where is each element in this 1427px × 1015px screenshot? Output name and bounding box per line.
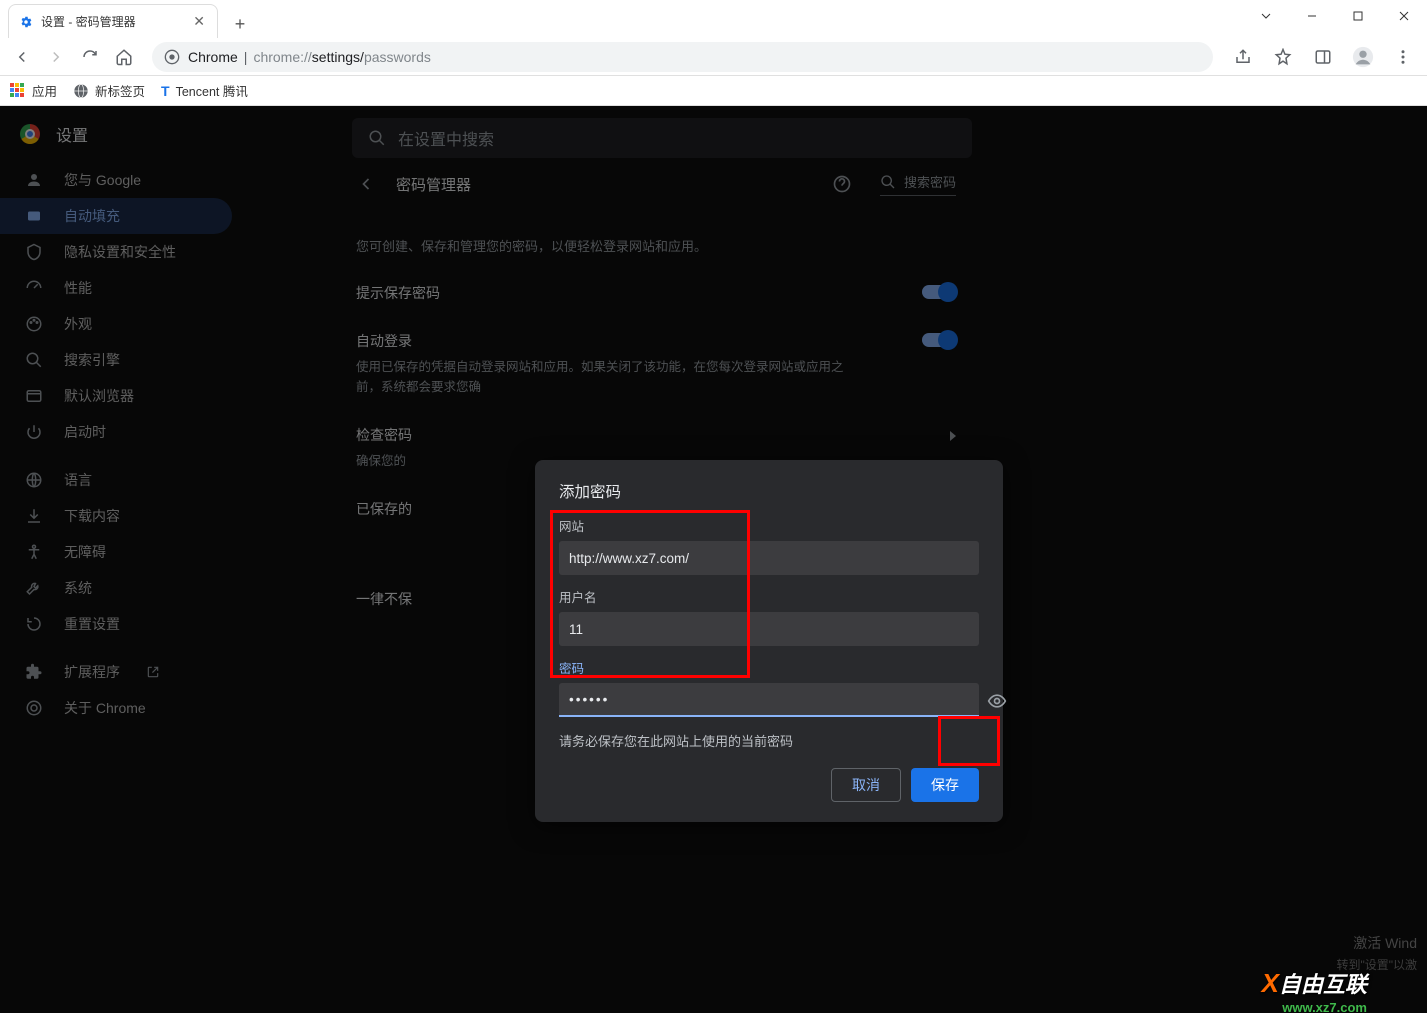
toggle-auto-login[interactable] [922,333,956,347]
username-label: 用户名 [559,587,979,606]
sidebar-item-appearance[interactable]: 外观 [0,306,232,342]
sidebar-item-privacy[interactable]: 隐私设置和安全性 [0,234,232,270]
browser-tab[interactable]: 设置 - 密码管理器 ✕ [8,4,218,38]
page-description: 您可创建、保存和管理您的密码，以便轻松登录网站和应用。 [356,236,956,255]
tencent-icon: T [161,83,170,99]
reset-icon [24,615,44,633]
forward-button [42,43,70,71]
palette-icon [24,315,44,333]
address-bar[interactable]: Chrome|chrome://settings/passwords [152,42,1213,72]
sidebar-item-autofill[interactable]: 自动填充 [0,198,232,234]
brand-watermark: X自由互联 [1262,967,1367,999]
minimize-button[interactable] [1289,0,1335,32]
external-link-icon [146,665,160,679]
search-icon [368,129,386,147]
sidebar-item-downloads[interactable]: 下载内容 [0,498,232,534]
sidebar-item-reset[interactable]: 重置设置 [0,606,232,642]
watermark-activate: 激活 Wind [1353,933,1417,953]
close-tab-icon[interactable]: ✕ [191,11,207,32]
sidebar-item-startup[interactable]: 启动时 [0,414,232,450]
search-placeholder: 在设置中搜索 [398,126,494,150]
back-button[interactable] [8,43,36,71]
chevron-right-icon [950,431,956,441]
person-icon [24,171,44,189]
sidebar-item-accessibility[interactable]: 无障碍 [0,534,232,570]
sidebar-item-system[interactable]: 系统 [0,570,232,606]
tencent-bookmark[interactable]: T Tencent 腾讯 [161,81,248,100]
chevron-down-icon[interactable] [1243,0,1289,32]
globe-icon [24,471,44,489]
apps-bookmark[interactable]: 应用 [10,81,57,100]
site-input[interactable] [559,541,979,575]
tab-title: 设置 - 密码管理器 [41,13,191,30]
sidebar-item-you-and-google[interactable]: 您与 Google [0,162,232,198]
reload-button[interactable] [76,43,104,71]
sidebar-header: 设置 [0,106,256,162]
password-search[interactable]: 搜索密码 [880,172,956,196]
bookmarks-bar: 应用 新标签页 T Tencent 腾讯 [0,76,1427,106]
back-arrow-icon[interactable] [356,174,376,194]
newtab-bookmark[interactable]: 新标签页 [73,81,145,100]
side-panel-icon[interactable] [1307,43,1339,71]
sidebar-title: 设置 [56,122,88,146]
sidebar-item-default-browser[interactable]: 默认浏览器 [0,378,232,414]
search-icon [24,351,44,369]
titlebar: 设置 - 密码管理器 ✕ + [0,0,1427,38]
auto-login-row: 自动登录 使用已保存的凭据自动登录网站和应用。如果关闭了该功能，在您每次登录网站… [356,331,956,397]
chrome-outline-icon [24,699,44,717]
page-title: 密码管理器 [396,174,812,195]
settings-search[interactable]: 在设置中搜索 [352,118,972,158]
eye-icon[interactable] [987,691,1007,711]
browser-toolbar: Chrome|chrome://settings/passwords [0,38,1427,76]
autofill-icon [24,207,44,225]
shield-icon [24,243,44,261]
password-label: 密码 [559,658,979,677]
password-input[interactable] [559,683,979,717]
omnibox-text: Chrome|chrome://settings/passwords [188,49,431,65]
menu-dots-icon[interactable] [1387,43,1419,71]
cancel-button[interactable]: 取消 [831,768,901,802]
share-icon[interactable] [1227,43,1259,71]
close-window-button[interactable] [1381,0,1427,32]
settings-sidebar: 设置 您与 Google 自动填充 隐私设置和安全性 性能 外观 搜索引擎 默认… [0,106,256,1013]
home-button[interactable] [110,43,138,71]
new-tab-button[interactable]: + [226,10,254,38]
window-controls [1243,0,1427,32]
sidebar-item-performance[interactable]: 性能 [0,270,232,306]
chrome-logo-icon [20,124,40,144]
bookmark-star-icon[interactable] [1267,43,1299,71]
accessibility-icon [24,543,44,561]
site-label: 网站 [559,516,979,535]
maximize-button[interactable] [1335,0,1381,32]
toggle-offer-save[interactable] [922,285,956,299]
username-input[interactable] [559,612,979,646]
dialog-hint: 请务必保存您在此网站上使用的当前密码 [535,717,1003,750]
sidebar-item-language[interactable]: 语言 [0,462,232,498]
extension-icon [24,663,44,681]
sidebar-item-search[interactable]: 搜索引擎 [0,342,232,378]
globe-icon [73,83,89,99]
wrench-icon [24,579,44,597]
dialog-title: 添加密码 [535,480,1003,512]
search-icon [880,174,896,190]
sidebar-item-about[interactable]: 关于 Chrome [0,690,232,726]
offer-save-row: 提示保存密码 [356,283,956,303]
sidebar-item-extensions[interactable]: 扩展程序 [0,654,232,690]
apps-grid-icon [10,83,26,99]
add-password-dialog: 添加密码 网站 用户名 密码 请务必保存您在此网站上使用的当前密码 取消 保存 [535,460,1003,822]
power-icon [24,423,44,441]
gear-icon [19,15,33,29]
profile-avatar[interactable] [1347,43,1379,71]
speedometer-icon [24,279,44,297]
save-button[interactable]: 保存 [911,768,979,802]
browser-icon [24,387,44,405]
chrome-icon [164,49,180,65]
help-icon[interactable] [832,174,852,194]
download-icon [24,507,44,525]
